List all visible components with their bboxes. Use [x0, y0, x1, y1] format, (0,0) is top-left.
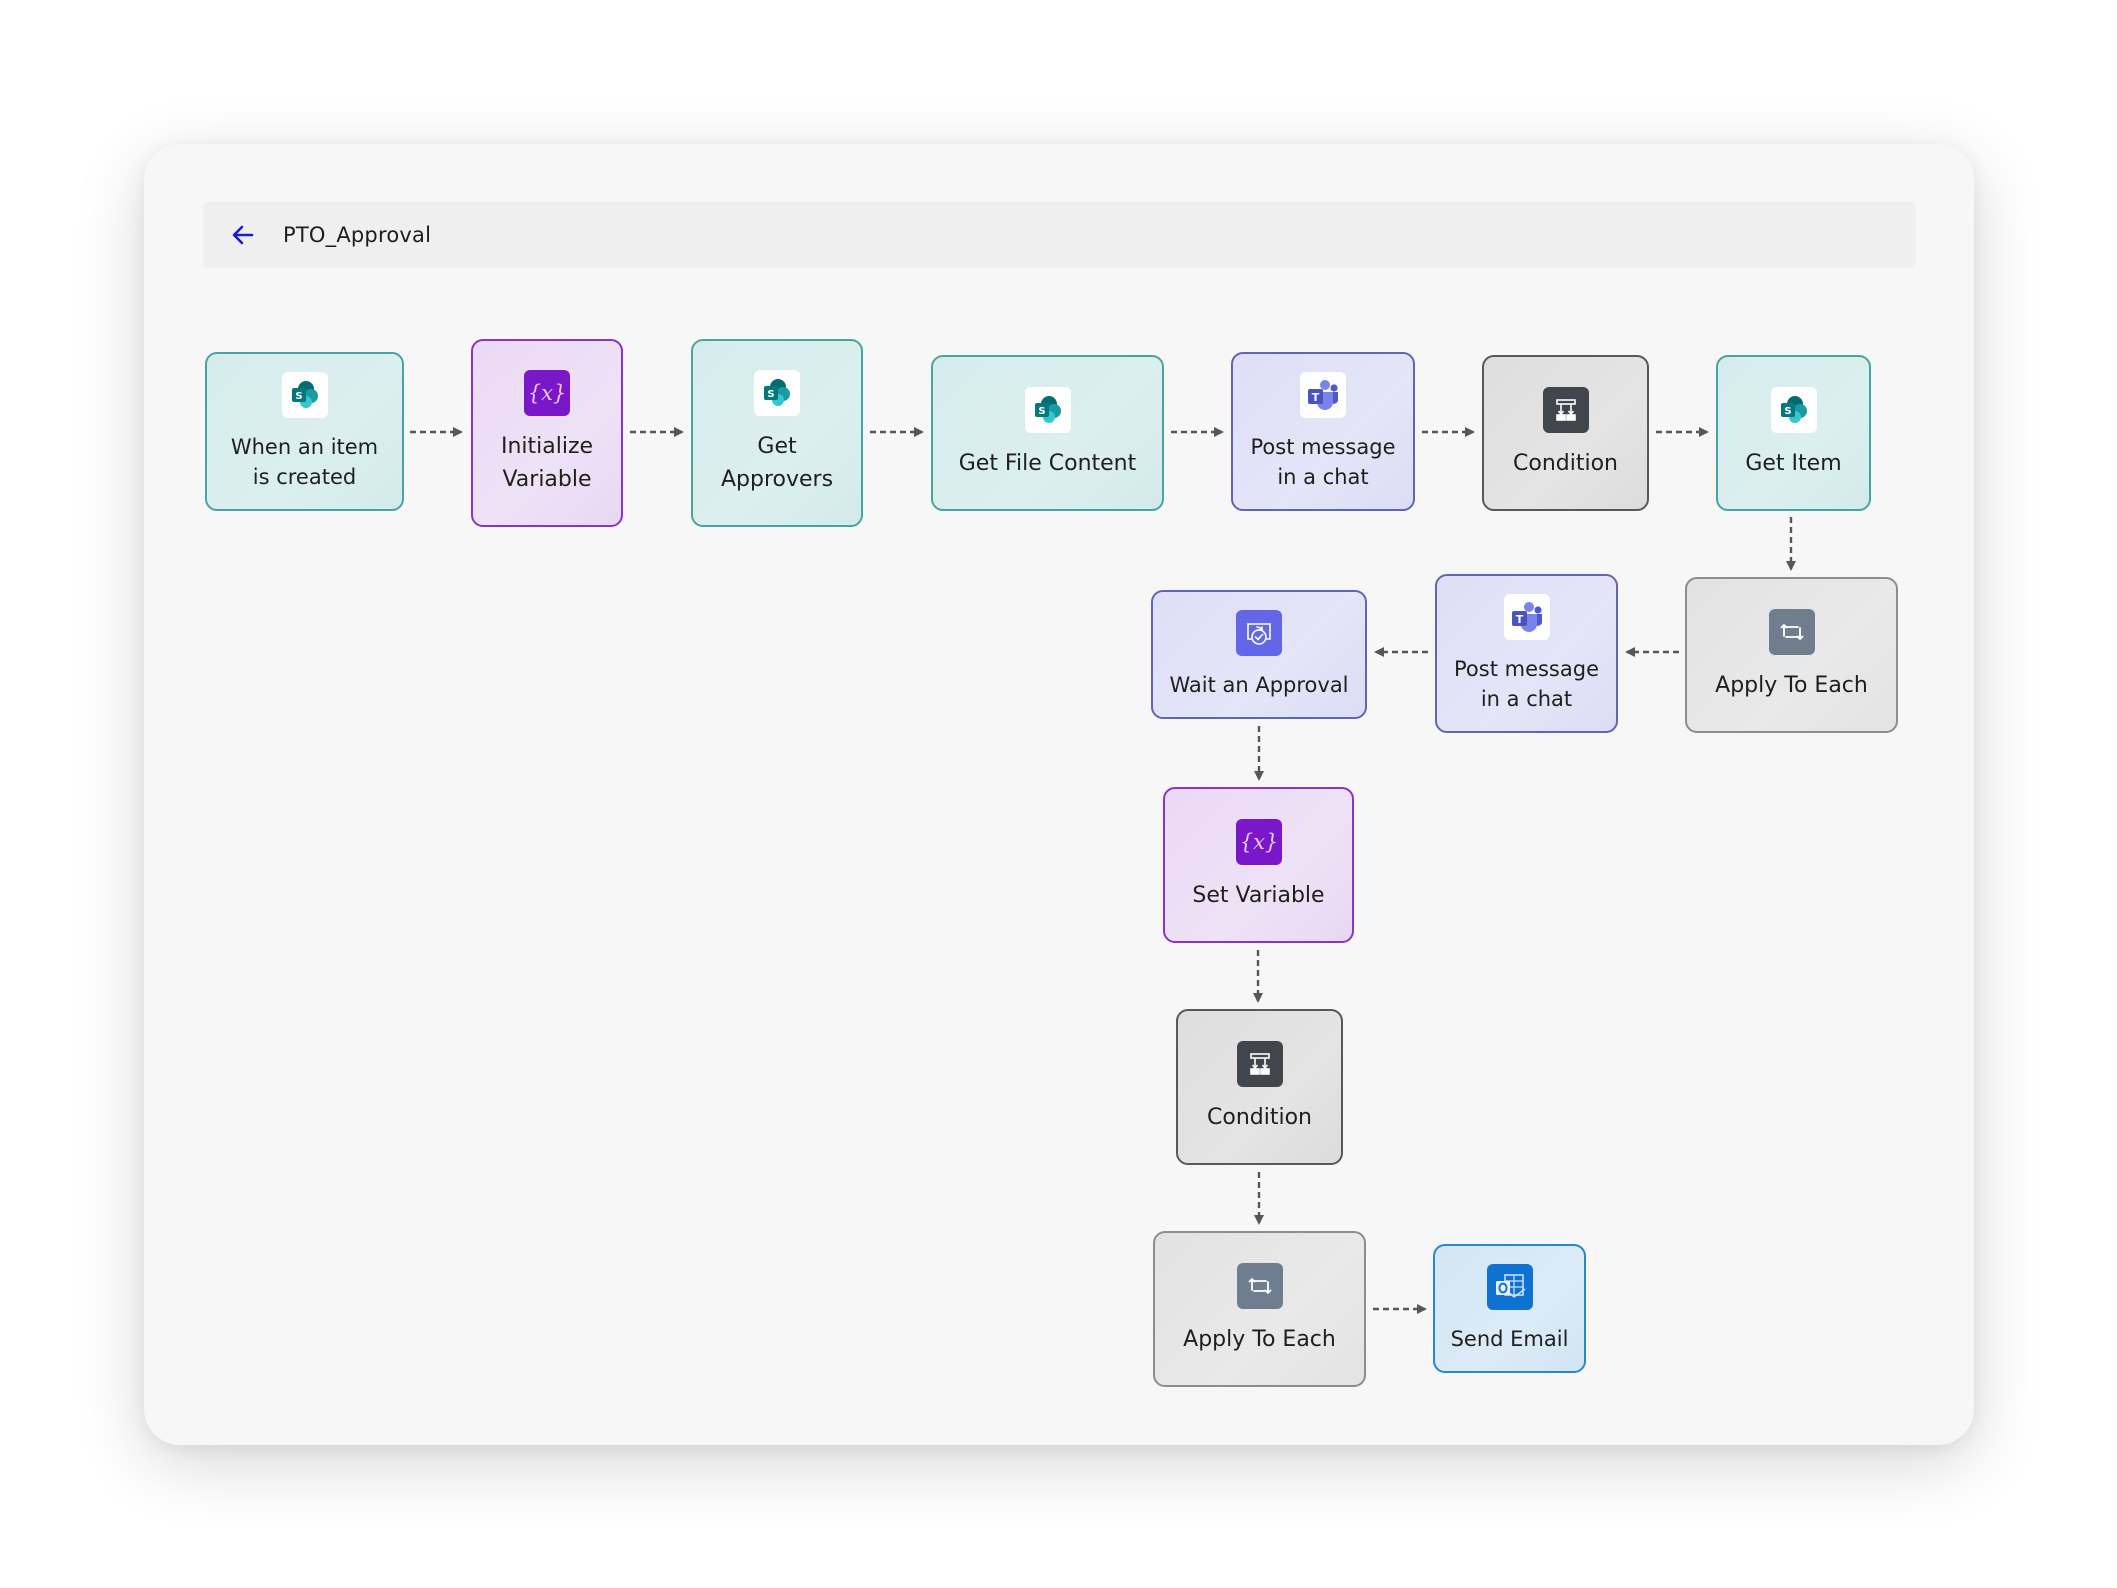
node-label: Apply To Each [1183, 1326, 1336, 1352]
loop-icon [1236, 1262, 1283, 1309]
node-when-item-created[interactable]: S When an item is created [205, 352, 404, 511]
variable-icon: {x} [1235, 818, 1282, 865]
node-label: Send Email [1450, 1326, 1569, 1351]
svg-text:S: S [1784, 406, 1791, 417]
node-apply-to-each-1[interactable]: Apply To Each [1685, 577, 1898, 733]
node-label: Wait an Approval [1169, 672, 1349, 697]
svg-text:S: S [767, 389, 774, 400]
node-send-email[interactable]: Send Email [1433, 1244, 1586, 1373]
sharepoint-icon: S [1770, 386, 1817, 433]
svg-text:S: S [295, 391, 302, 402]
sharepoint-icon: S [754, 370, 800, 416]
header-bar [203, 202, 1916, 268]
svg-text:T: T [1515, 613, 1523, 626]
node-get-item[interactable]: S Get Item [1716, 355, 1871, 511]
svg-text:S: S [1038, 406, 1045, 417]
node-initialize-variable[interactable]: {x} Initialize Variable [471, 339, 623, 527]
node-label: Apply To Each [1715, 672, 1868, 698]
node-label: Initialize Variable [500, 434, 594, 492]
svg-text:{x}: {x} [1239, 830, 1278, 854]
loop-icon [1768, 608, 1815, 655]
sharepoint-icon: S [1024, 386, 1071, 433]
node-label: Condition [1207, 1104, 1312, 1130]
flow-canvas-card [144, 144, 1974, 1445]
svg-text:T: T [1312, 391, 1320, 404]
node-label: Post message in a chat [1250, 434, 1396, 489]
condition-icon [1236, 1040, 1283, 1087]
node-post-message-chat-1[interactable]: T Post message in a chat [1231, 352, 1415, 511]
node-label: Post message in a chat [1454, 656, 1599, 711]
back-button[interactable] [228, 220, 258, 250]
node-apply-to-each-2[interactable]: Apply To Each [1153, 1231, 1366, 1387]
approval-icon [1236, 609, 1282, 656]
teams-icon: T [1503, 593, 1550, 640]
variable-icon: {x} [524, 370, 570, 416]
node-label: Get Item [1745, 450, 1842, 476]
node-wait-an-approval[interactable]: Wait an Approval [1151, 590, 1367, 719]
arrow-left-icon [232, 225, 254, 245]
svg-text:{x}: {x} [528, 381, 567, 405]
teams-icon: T [1300, 371, 1346, 418]
node-label: Get File Content [958, 450, 1137, 476]
node-label: Get Approvers [720, 434, 834, 492]
node-label: Set Variable [1192, 882, 1325, 908]
sharepoint-icon: S [281, 371, 328, 418]
node-get-file-content[interactable]: S Get File Content [931, 355, 1164, 511]
node-get-approvers[interactable]: S Get Approvers [691, 339, 863, 527]
flow-title: PTO_Approval [283, 223, 432, 247]
node-post-message-chat-2[interactable]: T Post message in a chat [1435, 574, 1618, 733]
node-condition-1[interactable]: Condition [1482, 355, 1649, 511]
outlook-icon [1486, 1263, 1533, 1310]
node-label: Condition [1513, 450, 1618, 476]
node-label: When an item is created [230, 434, 379, 489]
node-condition-2[interactable]: Condition [1176, 1009, 1343, 1165]
condition-icon [1542, 386, 1589, 433]
node-set-variable[interactable]: {x} Set Variable [1163, 787, 1354, 943]
